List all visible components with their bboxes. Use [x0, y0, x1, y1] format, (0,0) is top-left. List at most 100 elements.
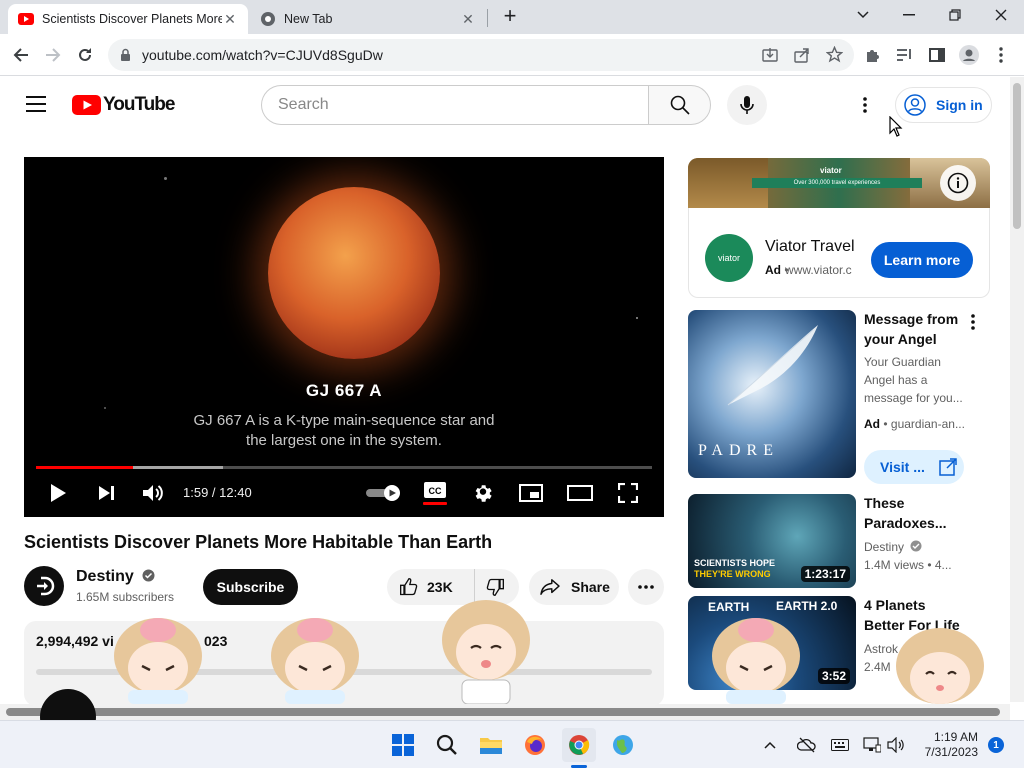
reload-icon[interactable]	[70, 40, 100, 70]
tab-title: Scientists Discover Planets More	[42, 12, 222, 26]
chrome-taskbar-icon[interactable]	[562, 728, 596, 762]
verified-badge-icon	[142, 569, 155, 582]
vertical-scrollbar-thumb[interactable]	[1013, 83, 1021, 229]
minimize-window-icon[interactable]	[886, 0, 932, 30]
ad-banner-tagline: Over 300,000 travel experiences	[752, 178, 922, 188]
new-tab-plus-icon[interactable]: +	[498, 5, 522, 29]
advertiser-logo[interactable]: viator	[705, 234, 753, 282]
microphone-icon	[740, 96, 754, 114]
ad-card[interactable]: viator Viator Travel Ad • www.viator.c L…	[688, 208, 990, 298]
horizontal-scrollbar-thumb[interactable]	[6, 708, 1000, 716]
keyboard-icon[interactable]	[828, 729, 852, 761]
rec-views: 1.4M views • 4...	[864, 558, 952, 572]
verified-badge-icon	[910, 540, 922, 552]
subtitles-button[interactable]: CC	[422, 479, 448, 507]
volume-icon	[143, 485, 163, 501]
video-overlay-title: GJ 667 A	[305, 381, 383, 400]
close-tab-icon[interactable]: ✕	[460, 11, 476, 27]
network-icon[interactable]	[860, 729, 884, 761]
search-button[interactable]	[648, 85, 711, 125]
horizontal-scrollbar[interactable]	[0, 704, 1010, 720]
tab-youtube[interactable]: Scientists Discover Planets More ✕	[8, 4, 248, 34]
share-page-icon[interactable]	[794, 47, 810, 63]
ad-info-button[interactable]	[940, 165, 976, 201]
channel-name[interactable]: Destiny	[76, 568, 155, 586]
progress-bar[interactable]	[36, 466, 652, 469]
url-text[interactable]: youtube.com/watch?v=CJUVd8SguDw	[142, 47, 383, 63]
rec-title[interactable]: These Paradoxes...	[864, 493, 964, 533]
subscribe-button[interactable]: Subscribe	[203, 569, 298, 605]
vertical-scrollbar[interactable]	[1010, 77, 1024, 702]
star-dot	[104, 407, 106, 409]
rec-more-kebab-icon[interactable]	[970, 313, 976, 331]
play-icon	[51, 484, 66, 502]
file-explorer-icon[interactable]	[475, 729, 507, 761]
search-input[interactable]: Search	[261, 85, 649, 125]
extensions-puzzle-icon[interactable]	[858, 40, 888, 70]
video-player[interactable]: GJ 667 A GJ 667 A is a K-type main-seque…	[24, 157, 664, 517]
system-clock[interactable]: 1:19 AM 7/31/2023	[910, 730, 978, 760]
youtube-favicon-icon	[18, 13, 34, 25]
notification-badge[interactable]: 1	[988, 737, 1004, 753]
play-button[interactable]	[46, 479, 70, 507]
svg-text:CC: CC	[429, 486, 442, 496]
channel-avatar[interactable]	[24, 566, 64, 606]
onedrive-offline-icon[interactable]	[794, 729, 820, 761]
tab-divider	[487, 9, 488, 27]
side-panel-icon[interactable]	[922, 40, 952, 70]
address-bar[interactable]: youtube.com/watch?v=CJUVd8SguDw	[108, 39, 854, 71]
sign-in-button[interactable]: Sign in	[895, 87, 992, 123]
tab-search-chevron-icon[interactable]	[840, 0, 886, 30]
share-button[interactable]: Share	[529, 569, 619, 605]
theater-mode-button[interactable]	[566, 479, 594, 507]
sign-in-label: Sign in	[936, 97, 983, 113]
views-and-date-left: 2,994,492 vi	[36, 633, 114, 649]
autoplay-toggle[interactable]	[366, 479, 402, 507]
bookmark-star-icon[interactable]	[826, 46, 843, 63]
rec-thumbnail[interactable]: SCIENTISTS HOPE THEY'RE WRONG 1:23:17	[688, 494, 856, 588]
close-tab-icon[interactable]: ✕	[222, 11, 238, 27]
rec-channel-name[interactable]: Destiny	[864, 540, 904, 554]
rec-title[interactable]: Message from your Angel	[864, 309, 964, 349]
miniplayer-button[interactable]	[518, 479, 544, 507]
destiny-logo-icon	[37, 576, 55, 596]
share-arrow-icon	[540, 579, 560, 595]
voice-search-button[interactable]	[727, 85, 767, 125]
show-hidden-icons-chevron-icon[interactable]	[760, 729, 780, 761]
lock-icon[interactable]	[120, 48, 131, 62]
install-app-icon[interactable]	[762, 47, 778, 63]
fullscreen-button[interactable]	[616, 479, 640, 507]
close-window-icon[interactable]	[978, 0, 1024, 30]
rec-thumbnail[interactable]: PADRE	[688, 310, 856, 478]
speaker-icon[interactable]	[884, 729, 908, 761]
next-video-button[interactable]	[94, 479, 118, 507]
user-account-icon	[904, 94, 926, 116]
media-controls-icon[interactable]	[890, 40, 920, 70]
windows-start-icon[interactable]	[387, 729, 419, 761]
back-arrow-icon[interactable]	[6, 40, 36, 70]
rec-ad-line: Ad • guardian-an...	[864, 417, 965, 431]
taskbar-search-icon[interactable]	[431, 729, 463, 761]
youtube-logo[interactable]: YouTube	[72, 94, 175, 116]
chibi-sticker-image	[896, 628, 984, 704]
firefox-icon[interactable]	[519, 729, 551, 761]
volume-button[interactable]	[140, 479, 166, 507]
hamburger-menu-icon[interactable]	[26, 96, 46, 112]
closed-captions-icon: CC	[424, 481, 446, 498]
settings-kebab-icon[interactable]	[862, 96, 868, 114]
tab-new-tab[interactable]: New Tab ✕	[250, 4, 486, 34]
learn-more-button[interactable]: Learn more	[871, 242, 973, 278]
channel-name-text[interactable]: Destiny	[76, 568, 134, 585]
visit-site-button[interactable]: Visit ...	[864, 450, 964, 484]
forward-arrow-icon[interactable]	[38, 40, 68, 70]
profile-avatar-icon[interactable]	[954, 40, 984, 70]
settings-button[interactable]	[470, 479, 496, 507]
skip-next-icon	[99, 486, 114, 500]
restore-window-icon[interactable]	[932, 0, 978, 30]
more-actions-button[interactable]	[628, 569, 664, 605]
video-overlay-text: GJ 667 A is a K-type main-sequence star …	[193, 412, 495, 449]
advertiser-name[interactable]: Viator Travel	[765, 238, 855, 256]
web-globe-app-icon[interactable]	[607, 729, 639, 761]
video-time-display: 1:59 / 12:40	[183, 485, 252, 500]
browser-menu-icon[interactable]	[986, 40, 1016, 70]
